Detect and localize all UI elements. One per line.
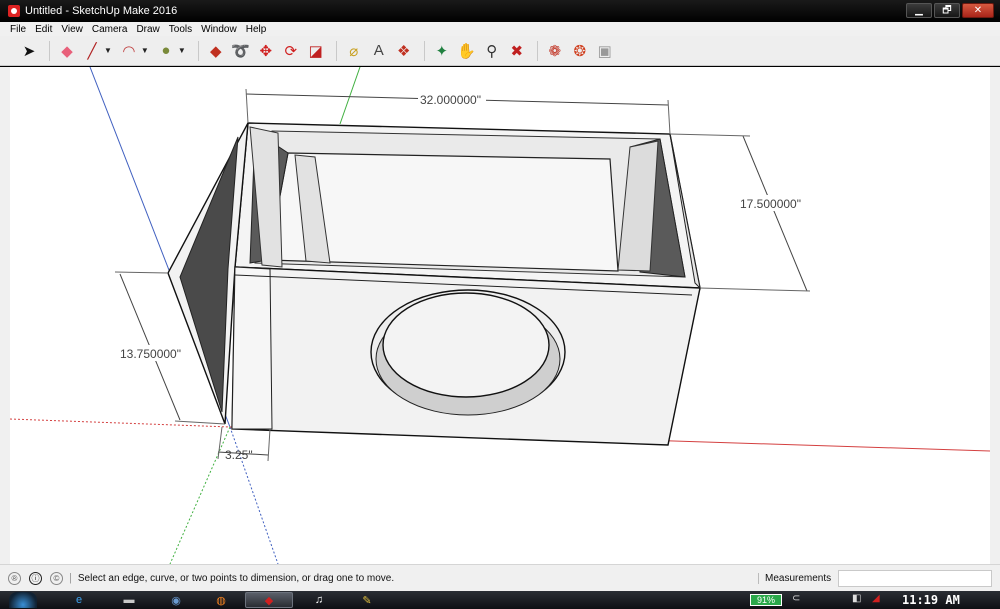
orbit-tool-icon[interactable]: ✦ (431, 40, 453, 62)
notification-tray-icon[interactable]: ◢ (872, 593, 880, 604)
drawing-viewport[interactable]: 32.000000" 17.500000" 13.750000" 3.25" (10, 67, 990, 564)
window-controls: ▁ 🗗 ✕ (906, 3, 994, 18)
dim-depth-ext-bottom (699, 287, 811, 292)
window-title: Untitled - SketchUp Make 2016 (25, 5, 178, 17)
zoom-extents-tool-icon[interactable]: ✖ (506, 40, 528, 62)
dim-height-ext-top (114, 271, 169, 274)
line-tool-icon[interactable]: ╱ (81, 40, 103, 62)
share-model-icon[interactable]: ▣ (594, 40, 616, 62)
sketchup-app-icon (8, 5, 20, 17)
green-axis (339, 67, 361, 125)
select-tool-icon[interactable]: ➤ (18, 40, 40, 62)
push-pull-tool-icon[interactable]: ◆ (205, 40, 227, 62)
menu-tools[interactable]: Tools (169, 24, 192, 35)
menu-file[interactable]: File (10, 24, 26, 35)
dim-width-label[interactable]: 32.000000" (420, 93, 481, 107)
start-button[interactable] (6, 592, 40, 608)
toolbar-separator (197, 40, 199, 61)
follow-me-tool-icon[interactable]: ➰ (230, 40, 252, 62)
sketchup-taskbar-icon[interactable]: ◆ (245, 592, 293, 608)
status-message: Select an edge, curve, or two points to … (77, 572, 395, 584)
eraser-tool-icon[interactable]: ◆ (56, 40, 78, 62)
dim-depth-line (742, 135, 808, 292)
menu-camera[interactable]: Camera (92, 24, 128, 35)
menu-draw[interactable]: Draw (136, 24, 159, 35)
paint-taskbar-icon[interactable]: ✎ (343, 592, 391, 608)
toolbar-separator (335, 40, 337, 61)
measurements-label: Measurements (758, 573, 831, 584)
windows-logo-icon (9, 592, 37, 608)
dim-depth-label[interactable]: 17.500000" (740, 197, 801, 211)
text-tool-icon[interactable]: A (368, 40, 390, 62)
taskbar-clock[interactable]: 11:19 AM (902, 593, 960, 607)
dim-offset-label[interactable]: 3.25" (225, 448, 253, 462)
minimize-button[interactable]: ▁ (906, 3, 932, 18)
dim-height-ext-bottom (174, 420, 226, 425)
dropdown-arrow-icon[interactable]: ▼ (141, 46, 149, 55)
red-axis-dotted (10, 418, 231, 428)
toolbar-separator (423, 40, 425, 61)
main-toolbar: ➤ ◆ ╱ ▼ ◠ ▼ ● ▼ ◆ ➰ ✥ ⟳ ◪ ⌀ A ❖ ✦ ✋ ⚲ ✖ ❁ ❂ ▣ (0, 36, 1000, 66)
viewport-border-left (0, 67, 10, 564)
status-bar: ® ⓘ © | Select an edge, curve, or two po… (0, 564, 1000, 591)
viewport-border-right (990, 67, 1000, 564)
model-canvas[interactable]: 32.000000" 17.500000" 13.750000" 3.25" (10, 67, 990, 564)
green-axis-dotted (169, 426, 231, 564)
measurements-input[interactable] (838, 570, 992, 587)
toolbar-separator (49, 40, 50, 61)
dim-offset-ext-left (217, 426, 223, 460)
dim-height-label[interactable]: 13.750000" (120, 347, 181, 361)
menu-view[interactable]: View (61, 24, 83, 35)
ie-taskbar-icon[interactable]: e (55, 592, 103, 608)
title-bar: Untitled - SketchUp Make 2016 ▁ 🗗 ✕ (0, 0, 1000, 22)
menu-window[interactable]: Window (201, 24, 237, 35)
geo-location-icon[interactable]: ® (8, 571, 21, 585)
move-tool-icon[interactable]: ✥ (255, 40, 277, 62)
network-tray-icon[interactable]: ⊂ (792, 593, 800, 604)
dropdown-arrow-icon[interactable]: ▼ (104, 46, 112, 55)
menu-help[interactable]: Help (246, 24, 267, 35)
dim-width-ext-right (667, 99, 671, 135)
firefox-taskbar-icon[interactable]: ◍ (197, 592, 245, 608)
dropdown-arrow-icon[interactable]: ▼ (178, 46, 186, 55)
warehouse-icon[interactable]: ❁ (544, 40, 566, 62)
credits-icon[interactable]: ⓘ (29, 571, 42, 585)
user-icon[interactable]: © (50, 571, 63, 585)
menu-edit[interactable]: Edit (35, 24, 52, 35)
explorer-taskbar-icon[interactable]: ▬ (105, 592, 153, 608)
windows-taskbar: 91% ⊂ ◧ ◢ 11:19 AM e ▬ ◉ ◍ ◆ ♫ ✎ (0, 591, 1000, 609)
rotate-tool-icon[interactable]: ⟳ (280, 40, 302, 62)
tape-measure-tool-icon[interactable]: ⌀ (343, 40, 365, 62)
restore-button[interactable]: 🗗 (934, 3, 960, 18)
status-separator: | (69, 572, 72, 584)
menu-bar: File Edit View Camera Draw Tools Window … (0, 22, 1000, 36)
battery-indicator[interactable]: 91% (750, 594, 782, 606)
speaker-cone (382, 292, 550, 398)
close-button[interactable]: ✕ (962, 3, 994, 18)
zoom-tool-icon[interactable]: ⚲ (481, 40, 503, 62)
front-left-strip (231, 266, 273, 430)
shapes-tool-icon[interactable]: ● (155, 40, 177, 62)
pan-tool-icon[interactable]: ✋ (456, 40, 478, 62)
arc-tool-icon[interactable]: ◠ (118, 40, 140, 62)
audio-taskbar-icon[interactable]: ♫ (295, 592, 343, 608)
paint-bucket-tool-icon[interactable]: ❖ (393, 40, 415, 62)
dim-offset-ext-right (267, 428, 271, 462)
scale-tool-icon[interactable]: ◪ (305, 40, 327, 62)
extension-warehouse-icon[interactable]: ❂ (569, 40, 591, 62)
toolbar-separator (536, 40, 538, 61)
volume-tray-icon[interactable]: ◧ (852, 593, 861, 604)
chrome-taskbar-icon[interactable]: ◉ (152, 592, 200, 608)
dim-depth-ext-top (669, 133, 751, 137)
